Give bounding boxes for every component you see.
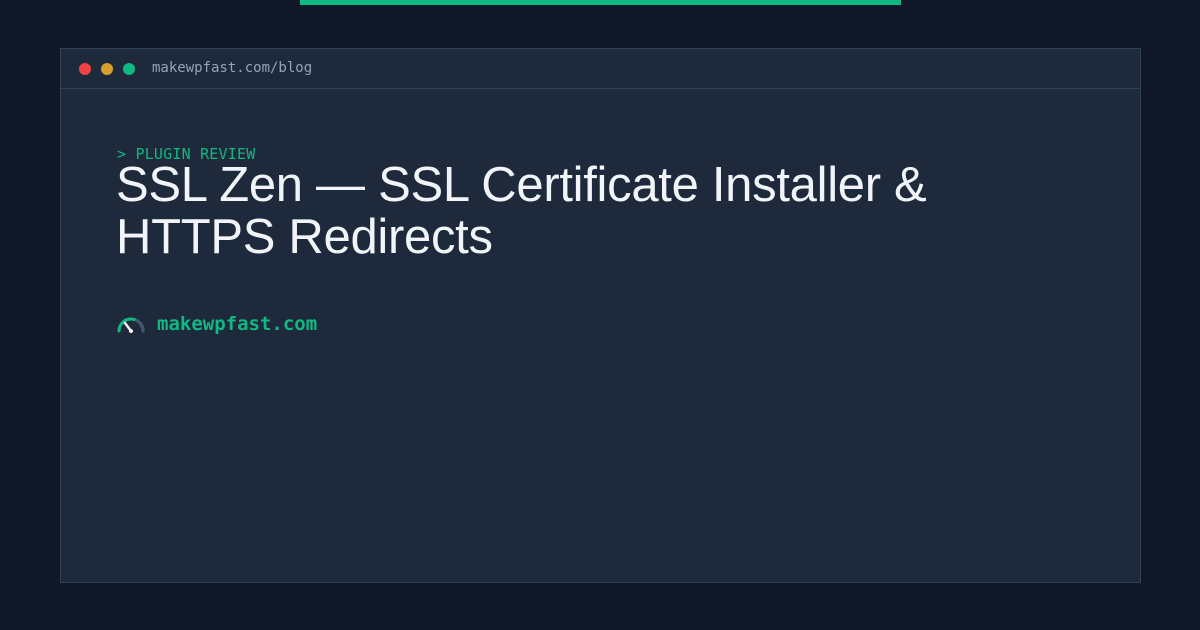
browser-window: makewpfast.com/blog > PLUGIN REVIEW SSL … bbox=[60, 48, 1141, 583]
post-title: SSL Zen — SSL Certificate Installer & HT… bbox=[116, 158, 927, 264]
window-titlebar: makewpfast.com/blog bbox=[61, 49, 1140, 89]
top-accent-bar bbox=[300, 0, 901, 5]
minimize-window-dot[interactable] bbox=[101, 63, 113, 75]
speedometer-icon bbox=[117, 317, 145, 333]
maximize-window-dot[interactable] bbox=[123, 63, 135, 75]
close-window-dot[interactable] bbox=[79, 63, 91, 75]
window-url: makewpfast.com/blog bbox=[152, 60, 313, 76]
brand-name: makewpfast.com bbox=[157, 313, 318, 335]
